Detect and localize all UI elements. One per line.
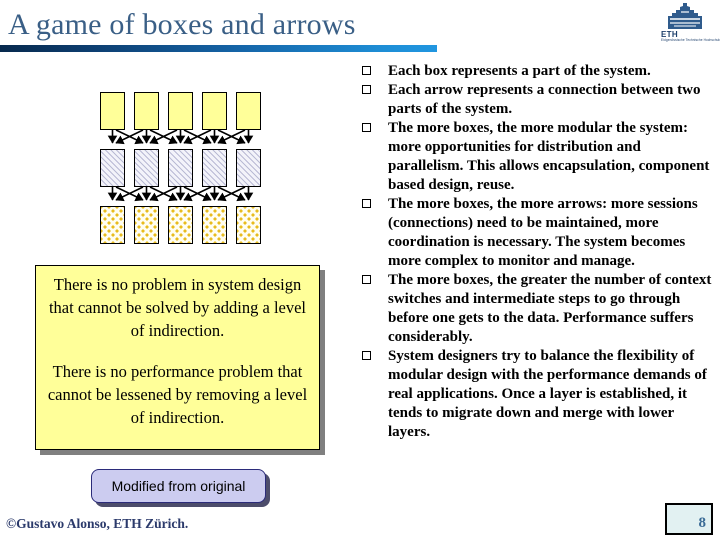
quote-callout: There is no problem in system design tha… [35,265,320,450]
quote-paragraph-2: There is no performance problem that can… [47,362,308,427]
diagram-arrow-band [100,130,260,149]
arrow-group-icon [107,187,254,202]
quote-paragraph-1: There is no problem in system design tha… [48,275,307,340]
square-bullet-icon [358,347,388,366]
bullet-text: The more boxes, the more arrows: more se… [388,196,698,269]
bullet-item: The more boxes, the more modular the sys… [358,119,718,195]
diagram-arrow-band [100,187,260,206]
boxes-and-arrows-diagram [100,92,261,244]
diagram-row-middle [100,149,261,187]
diagram-box [134,206,159,244]
square-bullet-icon [358,62,388,81]
diagram-box [236,206,261,244]
bullet-item: The more boxes, the more arrows: more se… [358,195,718,271]
diagram-box [202,149,227,187]
title-divider-bar [0,45,437,52]
bullet-item: Each box represents a part of the system… [358,62,718,81]
bullet-text: The more boxes, the more modular the sys… [388,120,710,193]
footer-credit: ©Gustavo Alonso, ETH Zürich. [6,516,189,531]
slide-canvas: A game of boxes and arrows ETH Eidgenöss… [0,0,720,540]
arrow-group-icon [107,130,254,145]
page-number-box: 8 [665,503,713,535]
bullet-list: Each box represents a part of the system… [358,62,718,442]
square-bullet-icon [358,119,388,138]
square-bullet-icon [358,81,388,100]
diagram-box [236,149,261,187]
bullet-text: The more boxes, the greater the number o… [388,272,712,345]
page-title: A game of boxes and arrows [8,8,356,41]
eth-zurich-logo: ETH Eidgenössische Technische Hochschule… [655,3,720,45]
page-number: 8 [698,515,707,531]
bullet-text: Each box represents a part of the system… [388,63,651,79]
bullet-item: Each arrow represents a connection betwe… [358,81,718,119]
diagram-box [100,206,125,244]
bullet-item: The more boxes, the greater the number o… [358,271,718,347]
diagram-box [236,92,261,130]
square-bullet-icon [358,195,388,214]
diagram-box [134,92,159,130]
square-bullet-icon [358,271,388,290]
diagram-box [134,149,159,187]
diagram-row-top [100,92,261,130]
diagram-box [100,149,125,187]
bullet-item: System designers try to balance the flex… [358,347,718,442]
diagram-box [100,92,125,130]
eth-logo-subtitle: Eidgenössische Technische Hochschule Zür… [661,38,720,42]
bullet-text: System designers try to balance the flex… [388,348,707,440]
diagram-box [202,206,227,244]
diagram-box [168,149,193,187]
diagram-row-bottom [100,206,261,244]
bullet-text: Each arrow represents a connection betwe… [388,82,701,117]
diagram-box [168,206,193,244]
eth-building-icon [668,3,702,29]
modified-from-original-button[interactable]: Modified from original [91,469,266,503]
diagram-box [202,92,227,130]
diagram-box [168,92,193,130]
